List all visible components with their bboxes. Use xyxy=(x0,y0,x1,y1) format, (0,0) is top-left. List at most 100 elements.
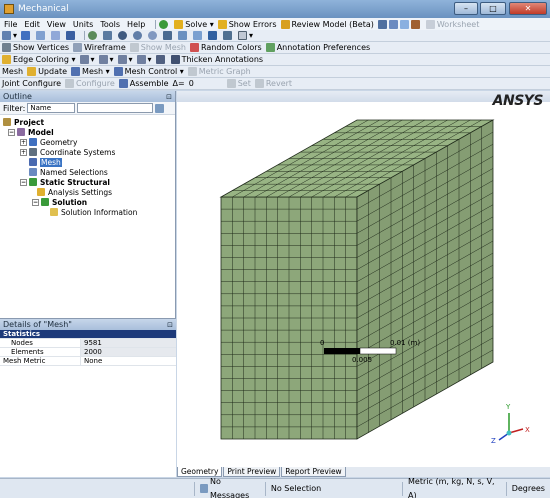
menu-tools[interactable]: Tools xyxy=(100,20,120,29)
body-select-icon xyxy=(66,31,76,40)
cursor-mode-button[interactable]: ▾ xyxy=(2,31,17,40)
iso-view-icon xyxy=(208,31,218,40)
mesh-control-icon xyxy=(113,67,123,76)
expand-icon[interactable]: + xyxy=(20,138,27,146)
mechanical-window: Mechanical – □ ✕ File Edit View Units To… xyxy=(0,0,550,498)
tree-node-mesh[interactable]: Mesh xyxy=(29,157,62,167)
rotate-button[interactable] xyxy=(88,31,99,40)
annotation-preferences-button[interactable]: Annotation Preferences xyxy=(265,43,370,52)
configure-label: Configure xyxy=(76,79,115,88)
mesh-context-label: Mesh xyxy=(2,67,24,76)
filter-input[interactable] xyxy=(77,103,154,113)
status-angle[interactable]: Degrees xyxy=(505,481,550,496)
tree-node-geometry[interactable]: + Geometry xyxy=(20,137,77,147)
menu-bar: File Edit View Units Tools Help Solve ▾ … xyxy=(0,18,550,30)
filter-go-icon[interactable] xyxy=(155,103,165,113)
close-button[interactable]: ✕ xyxy=(509,2,547,15)
menu-units[interactable]: Units xyxy=(73,20,93,29)
thicken-annotations-label: Thicken Annotations xyxy=(181,55,264,64)
mesh-menu-button[interactable]: Mesh ▾ xyxy=(71,67,110,76)
configure-button[interactable]: Configure xyxy=(65,79,115,88)
viewport-layout-button[interactable]: ▾ xyxy=(238,31,253,40)
tree-node-solution-information[interactable]: Solution Information xyxy=(50,207,137,217)
collapse-icon[interactable]: − xyxy=(32,198,39,206)
collapse-icon[interactable]: − xyxy=(20,178,27,186)
details-row-elements[interactable]: Elements 2000 xyxy=(0,348,176,357)
next-view-button[interactable] xyxy=(193,31,204,40)
tree-node-static-structural[interactable]: − Static Structural xyxy=(20,177,110,187)
triad-x: X xyxy=(525,426,530,434)
pan-icon xyxy=(103,31,113,40)
worksheet-label: Worksheet xyxy=(436,19,480,29)
delta-value[interactable]: 0 xyxy=(189,79,223,88)
pan-button[interactable] xyxy=(103,31,114,40)
iso-view-button[interactable] xyxy=(208,31,219,40)
expand-icon[interactable]: + xyxy=(20,148,27,156)
magnifier-button[interactable] xyxy=(163,31,174,40)
maximize-button[interactable]: □ xyxy=(480,2,506,15)
revert-label: Revert xyxy=(265,79,293,88)
zoom-button[interactable] xyxy=(118,31,129,40)
tree-node-model[interactable]: − Model xyxy=(8,127,54,137)
tree-node-solution[interactable]: − Solution xyxy=(32,197,87,207)
wireframe-button[interactable]: Wireframe xyxy=(73,43,126,52)
edge-style-5-button[interactable] xyxy=(155,55,167,64)
solve-button[interactable]: Solve ▾ xyxy=(174,19,214,29)
collapse-icon[interactable]: − xyxy=(8,128,15,136)
details-row-mesh-metric[interactable]: Mesh Metric None xyxy=(0,357,176,366)
select-edge-button[interactable] xyxy=(36,31,47,40)
show-errors-button[interactable]: Show Errors xyxy=(217,19,277,29)
worksheet-icon xyxy=(425,19,435,29)
set-view-button[interactable] xyxy=(223,31,234,40)
select-vertex-button[interactable] xyxy=(51,31,62,40)
random-colors-button[interactable]: Random Colors xyxy=(189,43,262,52)
assemble-button[interactable]: Assemble xyxy=(118,79,169,88)
menu-help[interactable]: Help xyxy=(127,20,145,29)
revert-button[interactable]: Revert xyxy=(254,79,293,88)
edge-style-3-button[interactable]: ▾ xyxy=(117,55,133,64)
geometry-icon xyxy=(29,138,37,146)
tab-report-preview[interactable]: Report Preview xyxy=(281,467,346,477)
edge-coloring-icon xyxy=(2,55,11,64)
mesh-render: 0 0.01 (m) 0.005 Y X Z xyxy=(219,119,530,445)
edge-style-1-button[interactable]: ▾ xyxy=(79,55,95,64)
edge-style-2-button[interactable]: ▾ xyxy=(98,55,114,64)
tree-node-project[interactable]: Project xyxy=(3,117,44,127)
previous-view-button[interactable] xyxy=(178,31,189,40)
toolbar-icons[interactable] xyxy=(377,19,422,29)
select-body-button[interactable] xyxy=(66,31,77,40)
minimize-button[interactable]: – xyxy=(454,2,478,15)
details-group-statistics[interactable]: Statistics xyxy=(0,330,176,339)
tree-node-named-selections[interactable]: Named Selections xyxy=(29,167,108,177)
status-units[interactable]: Metric (m, kg, N, s, V, A) xyxy=(402,477,506,498)
show-vertices-button[interactable]: Show Vertices xyxy=(2,43,69,52)
graphics-viewport[interactable]: ANSYS 0 0.01 (m) 0.005 Y X Z xyxy=(177,91,550,477)
pin-icon[interactable]: ⊡ xyxy=(166,92,172,103)
review-model-button[interactable]: Review Model (Beta) xyxy=(280,19,374,29)
solve-check-button[interactable] xyxy=(159,19,170,29)
set-button[interactable]: Set xyxy=(226,79,251,88)
menu-view[interactable]: View xyxy=(47,20,66,29)
menu-file[interactable]: File xyxy=(4,20,17,29)
select-face-button[interactable] xyxy=(21,31,32,40)
update-button[interactable]: Update xyxy=(27,67,67,76)
edge-coloring-button[interactable]: Edge Coloring ▾ xyxy=(2,55,76,64)
tree-node-coordinate-systems[interactable]: + Coordinate Systems xyxy=(20,147,115,157)
show-mesh-button[interactable]: Show Mesh xyxy=(129,43,186,52)
tree-node-analysis-settings[interactable]: Analysis Settings xyxy=(37,187,112,197)
worksheet-button[interactable]: Worksheet xyxy=(425,19,480,29)
details-row-nodes[interactable]: Nodes 9581 xyxy=(0,339,176,348)
menu-edit[interactable]: Edit xyxy=(24,20,40,29)
status-messages[interactable]: No Messages xyxy=(193,477,265,498)
thicken-annotations-button[interactable]: Thicken Annotations xyxy=(170,55,264,64)
triad-icon[interactable]: Y X Z xyxy=(491,403,530,445)
filter-select[interactable]: Name xyxy=(27,103,76,113)
zoom-box-button[interactable] xyxy=(133,31,144,40)
details-title: Details of "Mesh" xyxy=(3,320,72,329)
mesh-control-button[interactable]: Mesh Control ▾ xyxy=(113,67,184,76)
row-key: Mesh Metric xyxy=(3,357,46,365)
pin-icon[interactable]: ⊡ xyxy=(167,320,173,331)
metric-graph-button[interactable]: Metric Graph xyxy=(187,67,251,76)
zoom-fit-button[interactable] xyxy=(148,31,159,40)
edge-style-4-button[interactable]: ▾ xyxy=(136,55,152,64)
